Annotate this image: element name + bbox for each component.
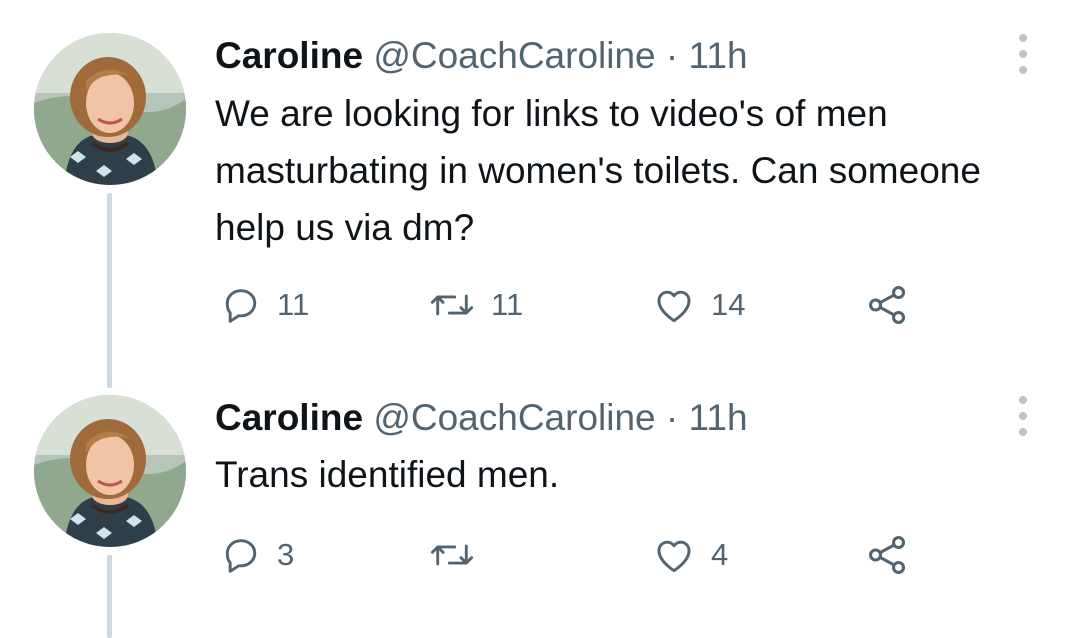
like-count: 14	[711, 287, 746, 322]
more-vertical-icon[interactable]	[1011, 34, 1035, 74]
thread-line	[107, 193, 112, 388]
share-button[interactable]	[865, 530, 911, 580]
share-icon	[865, 532, 911, 578]
display-name[interactable]: Caroline	[215, 397, 363, 438]
thread-line	[107, 555, 112, 638]
user-handle[interactable]: @CoachCaroline	[373, 397, 655, 438]
tweet-header: Caroline @CoachCaroline · 11h	[215, 396, 748, 440]
display-name[interactable]: Caroline	[215, 35, 363, 76]
like-icon	[651, 533, 697, 577]
reply-count: 11	[277, 287, 310, 322]
tweet-header: Caroline @CoachCaroline · 11h	[215, 34, 748, 78]
tweet-actions: 3 4	[215, 530, 935, 580]
avatar[interactable]	[34, 395, 186, 547]
reply-button[interactable]: 11	[219, 280, 309, 330]
reply-icon	[219, 283, 263, 327]
share-icon	[865, 282, 911, 328]
tweet-actions: 11 11 14	[215, 280, 935, 330]
more-vertical-icon[interactable]	[1011, 396, 1035, 436]
retweet-count: 11	[491, 287, 524, 322]
reply-button[interactable]: 3	[219, 530, 294, 580]
separator-dot: ·	[665, 35, 679, 76]
tweet-text: Trans identified men.	[215, 454, 560, 495]
reply-count: 3	[277, 537, 295, 572]
separator-dot: ·	[665, 397, 679, 438]
timestamp[interactable]: 11h	[689, 397, 748, 438]
timestamp[interactable]: 11h	[689, 35, 748, 76]
retweet-icon	[427, 533, 477, 577]
like-count: 4	[711, 537, 729, 572]
reply-icon	[219, 533, 263, 577]
retweet-button[interactable]	[427, 530, 491, 580]
retweet-button[interactable]: 11	[427, 280, 523, 330]
share-button[interactable]	[865, 280, 911, 330]
like-button[interactable]: 14	[651, 280, 745, 330]
like-button[interactable]: 4	[651, 530, 728, 580]
user-handle[interactable]: @CoachCaroline	[373, 35, 655, 76]
retweet-icon	[427, 283, 477, 327]
tweet-text: We are looking for links to video's of m…	[215, 93, 981, 248]
avatar[interactable]	[34, 33, 186, 185]
like-icon	[651, 283, 697, 327]
